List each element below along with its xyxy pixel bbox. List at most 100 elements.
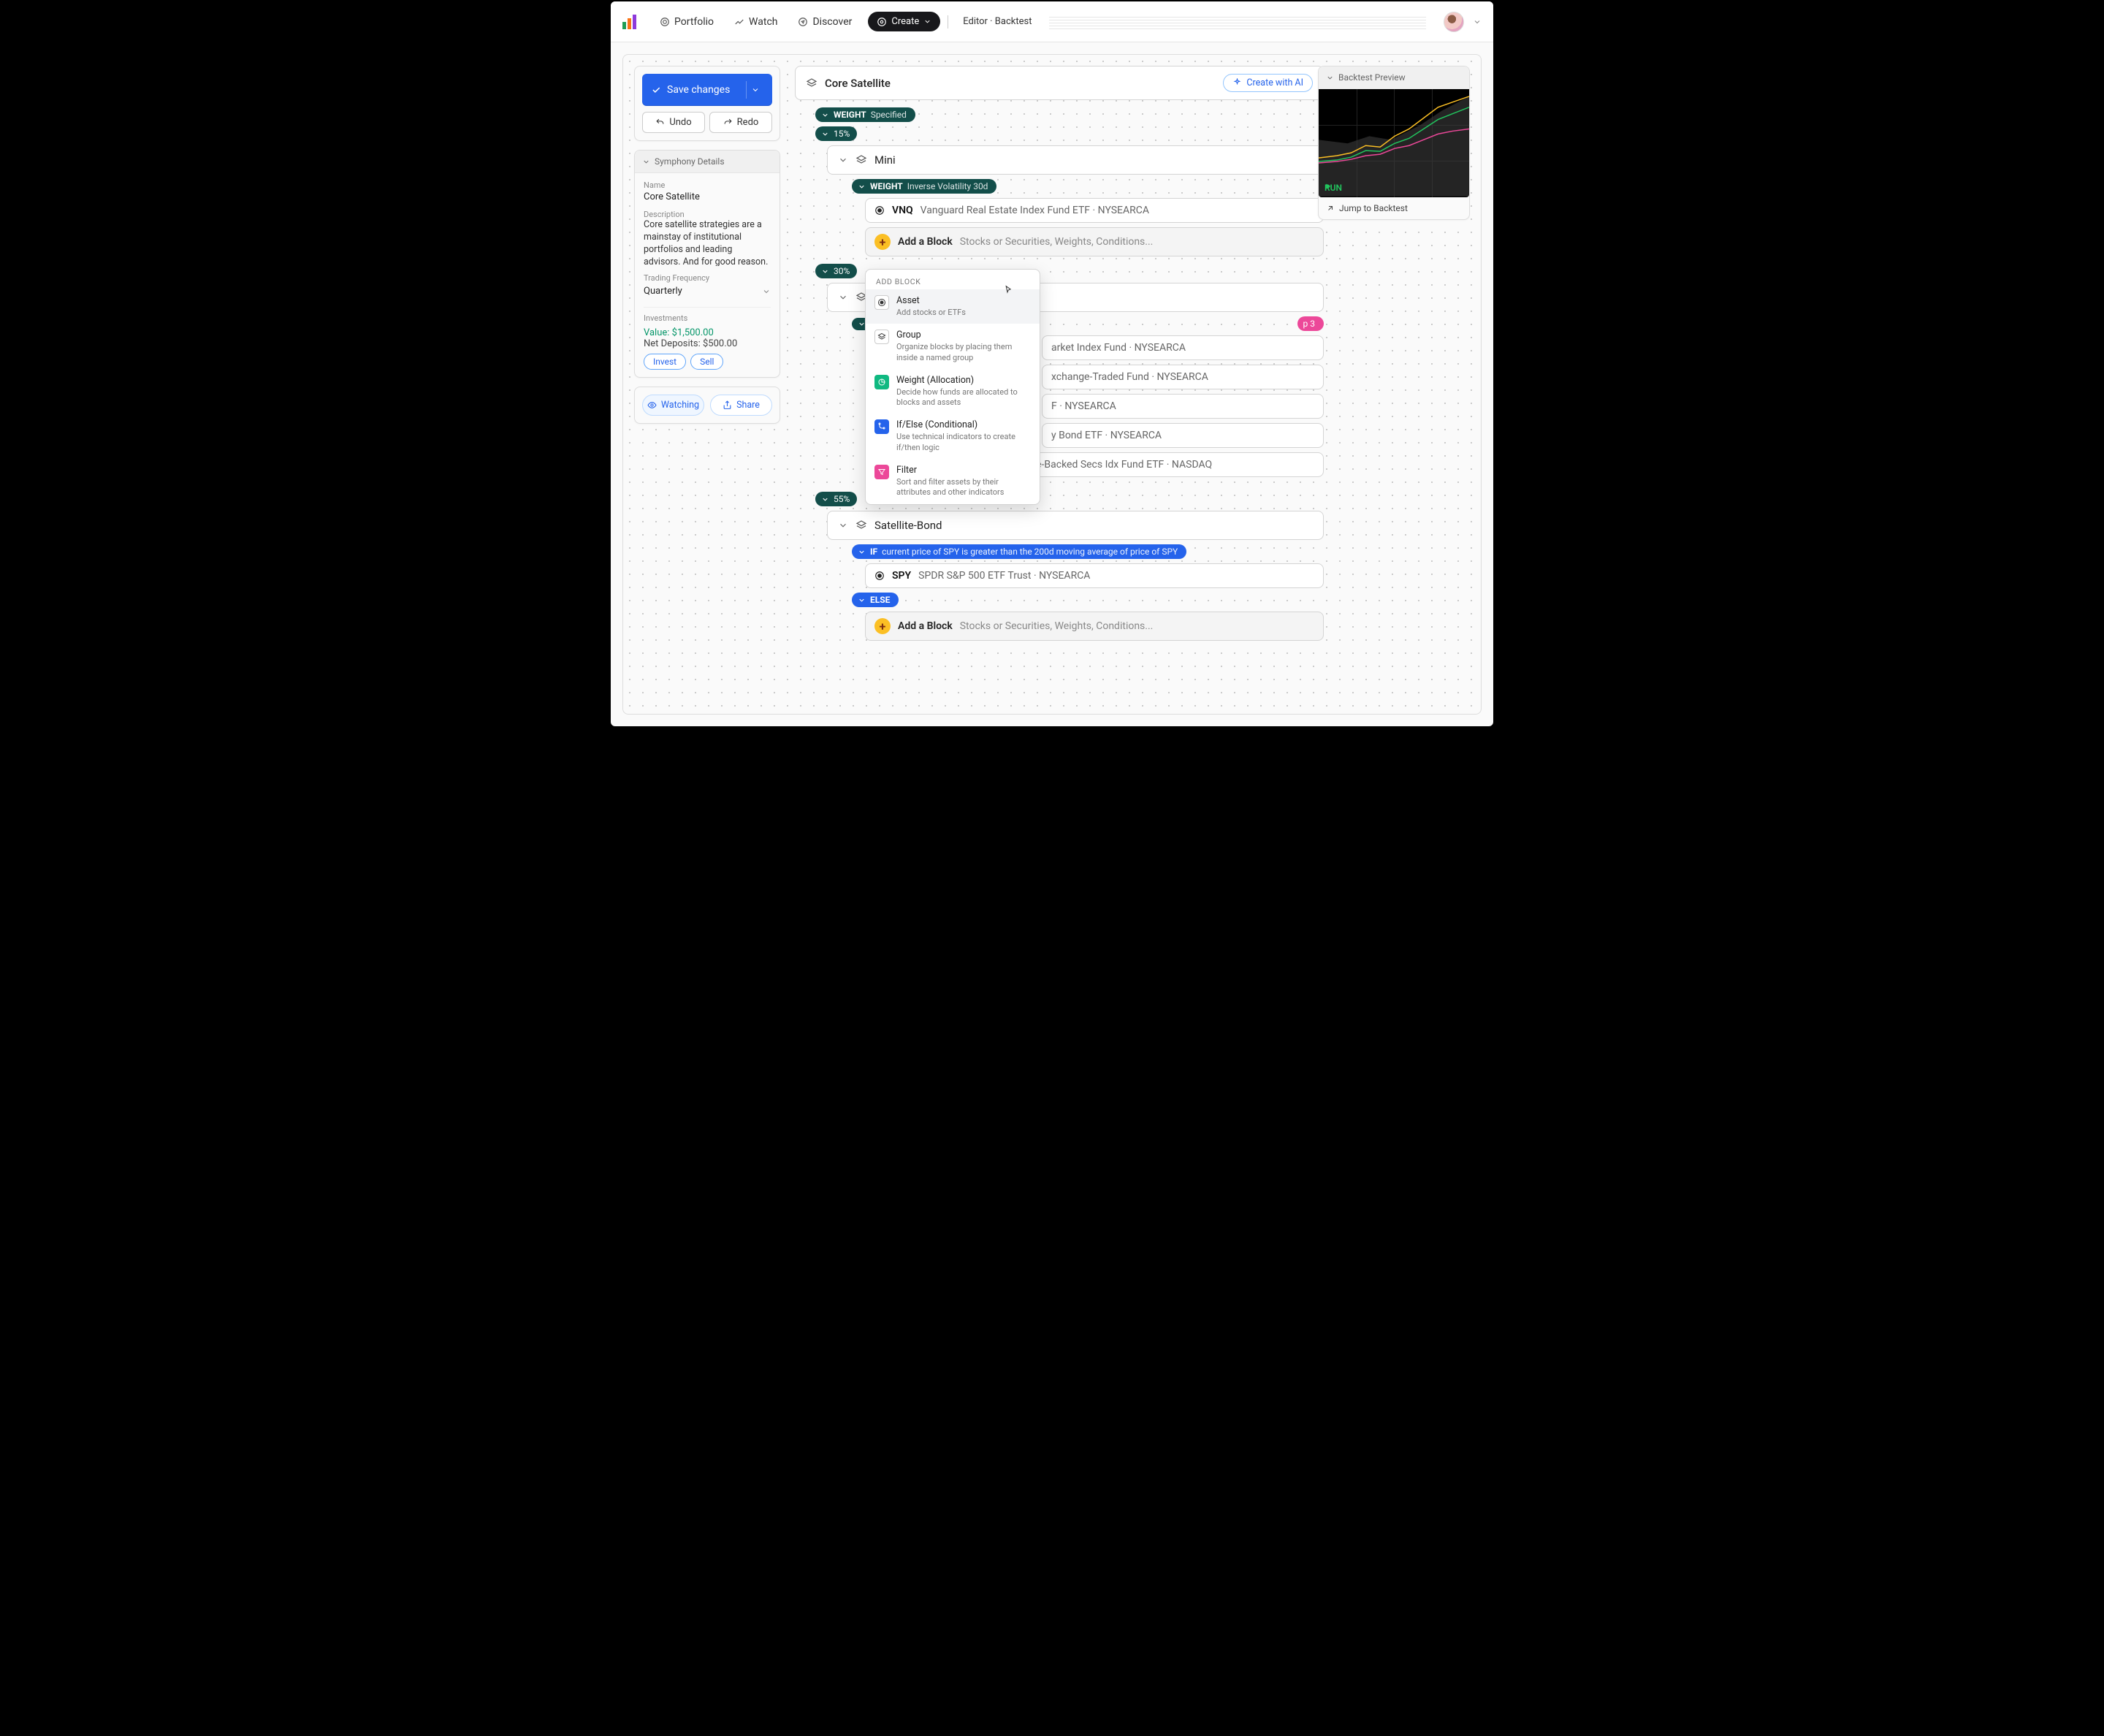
watching-button[interactable]: Watching: [642, 395, 704, 416]
create-button[interactable]: Create: [868, 12, 940, 31]
spy-name: SPDR S&P 500 ETF Trust · NYSEARCA: [918, 570, 1090, 582]
chevron-down-icon: [821, 267, 829, 275]
if-tag[interactable]: IF current price of SPY is greater than …: [852, 544, 1186, 559]
weight-pct-30[interactable]: 30%: [815, 264, 857, 278]
asset-suffix-1: arket Index Fund · NYSEARCA: [1051, 342, 1186, 354]
pie-icon: [877, 378, 886, 387]
watching-label: Watching: [661, 400, 699, 411]
add-block-row-mini[interactable]: + Add a Block Stocks or Securities, Weig…: [865, 227, 1324, 256]
avatar[interactable]: [1444, 12, 1464, 32]
details-panel: Symphony Details Name Core Satellite Des…: [634, 150, 780, 378]
chevron-down-icon[interactable]: [751, 85, 760, 94]
trend-icon: [734, 17, 744, 27]
root-card[interactable]: Core Satellite Create with AI: [795, 66, 1324, 100]
chevron-down-icon: [838, 520, 848, 530]
satellite-bond-card[interactable]: Satellite-Bond: [827, 511, 1324, 540]
freq-value: Quarterly: [644, 286, 682, 297]
add-hint: Stocks or Securities, Weights, Condition…: [960, 236, 1154, 248]
weight-inverse-vol-tag[interactable]: WEIGHT Inverse Volatility 30d: [852, 179, 996, 194]
sort-pill[interactable]: p 3: [1297, 316, 1324, 331]
chevron-down-icon: [858, 596, 866, 604]
layers-icon: [855, 154, 867, 166]
add-label-else: Add a Block: [898, 620, 953, 632]
popover-item-group[interactable]: Group Organize blocks by placing them ins…: [866, 324, 1040, 369]
redo-icon: [723, 118, 733, 127]
play-icon: [1324, 183, 1332, 190]
jump-to-backtest[interactable]: Jump to Backtest: [1319, 197, 1469, 219]
popover-group-desc: Organize blocks by placing them inside a…: [896, 342, 1031, 363]
asset-row-obscured-2[interactable]: xchange-Traded Fund · NYSEARCA: [1042, 365, 1324, 389]
eye-icon: [647, 400, 657, 410]
popover-item-ifelse[interactable]: If/Else (Conditional)Use technical indic…: [866, 414, 1040, 459]
popover-group-title: Group: [896, 330, 1031, 340]
layers-icon: [855, 519, 867, 531]
undo-button[interactable]: Undo: [642, 112, 705, 133]
weight-tag[interactable]: WEIGHT Specified: [815, 107, 915, 122]
run-button[interactable]: RUN: [1324, 183, 1342, 193]
weight-pct-55[interactable]: 55%: [815, 492, 857, 506]
freq-select[interactable]: Quarterly: [644, 283, 771, 300]
topbar-fill: [1049, 15, 1426, 29]
sat-title: Satellite-Bond: [874, 519, 942, 532]
asset-suffix-2: xchange-Traded Fund · NYSEARCA: [1051, 371, 1208, 383]
details-header-label: Symphony Details: [655, 156, 725, 167]
asset-suffix-3: F · NYSEARCA: [1051, 400, 1116, 412]
chevron-down-icon: [642, 158, 650, 166]
save-button[interactable]: Save changes: [642, 74, 772, 106]
radio-icon: [874, 205, 885, 216]
chevron-down-icon: [1326, 74, 1334, 82]
add-hint-else: Stocks or Securities, Weights, Condition…: [960, 620, 1154, 632]
weight-pct-15[interactable]: 15%: [815, 126, 857, 141]
chevron-down-icon: [821, 111, 829, 119]
inv-value: Value: $1,500.00: [644, 327, 771, 338]
redo-button[interactable]: Redo: [709, 112, 772, 133]
target-icon: [660, 17, 670, 27]
else-tag[interactable]: ELSE: [852, 593, 899, 607]
sell-button[interactable]: Sell: [690, 354, 723, 370]
save-panel: Save changes Undo Redo: [634, 66, 780, 141]
mini-weight-type: WEIGHT: [870, 181, 903, 191]
arrow-icon: [1326, 204, 1335, 213]
nav-watch-label: Watch: [749, 16, 777, 28]
asset-row-obscured-1[interactable]: arket Index Fund · NYSEARCA: [1042, 335, 1324, 360]
asset-spy[interactable]: SPY SPDR S&P 500 ETF Trust · NYSEARCA: [865, 563, 1324, 588]
undo-label: Undo: [669, 117, 691, 128]
nav-watch[interactable]: Watch: [727, 12, 785, 32]
weight-type-label: WEIGHT: [834, 110, 866, 120]
plus-icon: +: [874, 618, 891, 634]
popover-filter-title: Filter: [896, 465, 1031, 476]
branch-icon: [877, 422, 886, 431]
asset-row-obscured-4[interactable]: y Bond ETF · NYSEARCA: [1042, 423, 1324, 448]
popover-ifelse-title: If/Else (Conditional): [896, 419, 1031, 430]
preview-chart: RUN: [1319, 89, 1469, 197]
root-title: Core Satellite: [825, 77, 891, 90]
compass-icon: [798, 17, 808, 27]
share-button[interactable]: Share: [710, 395, 772, 416]
nav-discover-label: Discover: [812, 16, 852, 28]
invest-button[interactable]: Invest: [644, 354, 686, 370]
ai-label: Create with AI: [1246, 77, 1303, 88]
mini-card[interactable]: Mini: [827, 145, 1324, 175]
mini-title: Mini: [874, 153, 896, 167]
add-block-row-else[interactable]: + Add a Block Stocks or Securities, Weig…: [865, 612, 1324, 641]
asset-row-obscured-3[interactable]: F · NYSEARCA: [1042, 394, 1324, 419]
chevron-down-icon: [821, 130, 829, 138]
asset-vnq[interactable]: VNQ Vanguard Real Estate Index Fund ETF …: [865, 198, 1324, 223]
popover-item-asset[interactable]: AssetAdd stocks or ETFs: [866, 289, 1040, 324]
details-header[interactable]: Symphony Details: [635, 151, 780, 173]
desc-value: Core satellite strategies are a mainstay…: [644, 219, 771, 266]
chevron-down-icon: [923, 18, 931, 26]
chevron-down-icon[interactable]: [1473, 18, 1482, 26]
breadcrumb: Editor · Backtest: [963, 16, 1032, 27]
popover-item-weight[interactable]: Weight (Allocation)Decide how funds are …: [866, 369, 1040, 414]
pct-30-label: 30%: [834, 266, 850, 276]
chevron-down-icon: [838, 155, 848, 165]
logo: [622, 15, 636, 29]
create-with-ai-button[interactable]: Create with AI: [1223, 74, 1313, 92]
preview-header[interactable]: Backtest Preview: [1319, 66, 1469, 89]
popover-filter-desc: Sort and filter assets by their attribut…: [896, 477, 1031, 498]
nav-portfolio[interactable]: Portfolio: [652, 12, 721, 32]
popover-asset-desc: Add stocks or ETFs: [896, 308, 966, 318]
nav-discover[interactable]: Discover: [790, 12, 859, 32]
popover-item-filter[interactable]: FilterSort and filter assets by their at…: [866, 459, 1040, 504]
